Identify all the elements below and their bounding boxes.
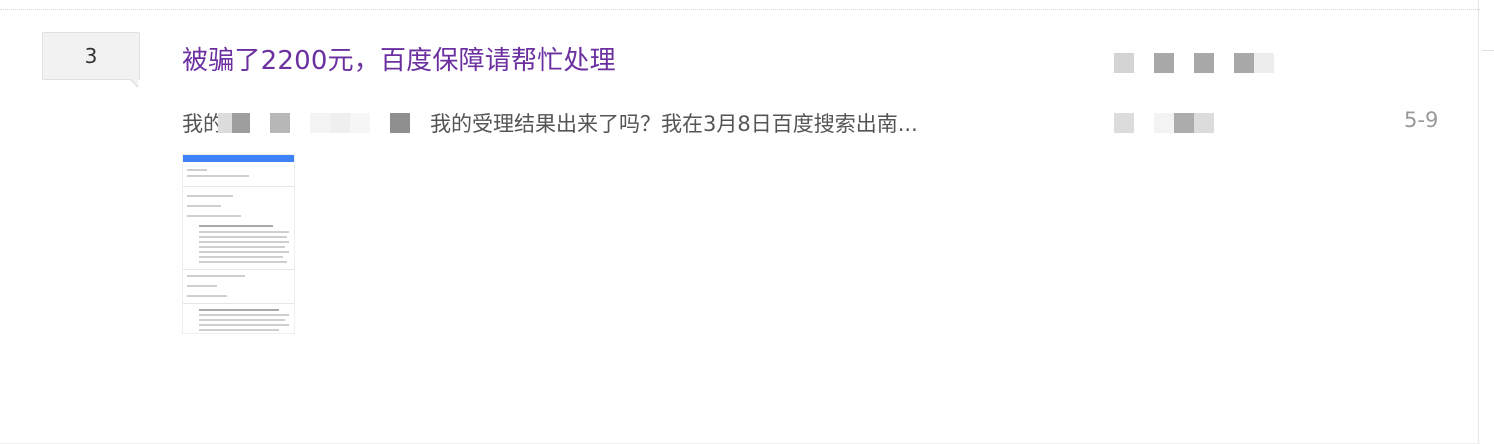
redacted-block [310, 113, 330, 133]
top-divider [0, 9, 1480, 10]
thumb-line [199, 324, 289, 326]
thumb-line [187, 175, 249, 177]
abstract-prefix: 我的 [182, 112, 218, 136]
right-border [1478, 0, 1479, 444]
thumb-line [199, 256, 283, 258]
thumb-line [199, 261, 287, 263]
redacted-block [370, 113, 390, 133]
redacted-block [410, 113, 430, 133]
last-reply-time: 5-9 [1404, 108, 1439, 132]
right-border-tick [1482, 50, 1494, 51]
thumb-line [199, 314, 289, 316]
redacted-author-block [1194, 53, 1214, 73]
thumb-line [187, 285, 217, 287]
thumb-separator [183, 269, 294, 270]
redacted-block [290, 113, 310, 133]
thumb-line [199, 236, 287, 238]
thumb-separator [183, 186, 294, 187]
thread-abstract: 我的 我的受理结果出来了吗？我在3月8日百度搜索出南... [182, 108, 1022, 138]
thumb-line [187, 205, 221, 207]
last-reply-author[interactable] [1114, 113, 1214, 135]
redacted-author-block [1114, 113, 1134, 133]
redacted-block [390, 113, 410, 133]
thumbnail-icon [183, 155, 294, 333]
thumb-line [187, 295, 227, 297]
redacted-author-block [1234, 53, 1254, 73]
thumb-line [199, 309, 279, 311]
redacted-author-block [1214, 53, 1234, 73]
redacted-author-block [1134, 53, 1154, 73]
thumb-line [199, 319, 285, 321]
thumb-line [199, 231, 289, 233]
redacted-author-block [1254, 53, 1274, 73]
redacted-author-block [1174, 53, 1194, 73]
thumb-line [187, 169, 207, 171]
redacted-author-block [1134, 113, 1154, 133]
redacted-block [250, 113, 270, 133]
thumb-line [187, 215, 241, 217]
redacted-block [330, 113, 350, 133]
thumb-line [187, 275, 245, 277]
thumb-line [199, 225, 273, 227]
redacted-author-block [1154, 113, 1174, 133]
abstract-text: 我的受理结果出来了吗？我在3月8日百度搜索出南... [430, 112, 918, 136]
redacted-block [270, 113, 290, 133]
thumb-line [199, 246, 285, 248]
reply-count: 3 [84, 44, 98, 68]
thread-title-link[interactable]: 被骗了2200元，百度保障请帮忙处理 [182, 40, 616, 77]
redacted-block [350, 113, 370, 133]
redacted-author-block [1114, 53, 1134, 73]
thumb-line [199, 251, 289, 253]
thread-author[interactable] [1114, 53, 1274, 75]
redacted-author-block [1154, 53, 1174, 73]
redacted-block [218, 113, 232, 133]
redacted-author-block [1174, 113, 1194, 133]
thumb-line [199, 241, 289, 243]
reply-count-badge: 3 [42, 32, 140, 88]
redacted-block [232, 113, 250, 133]
thumb-line [187, 195, 233, 197]
document-thumbnail[interactable] [182, 154, 295, 334]
thumb-line [199, 329, 279, 331]
redacted-author-block [1194, 113, 1214, 133]
thumb-separator [183, 303, 294, 304]
